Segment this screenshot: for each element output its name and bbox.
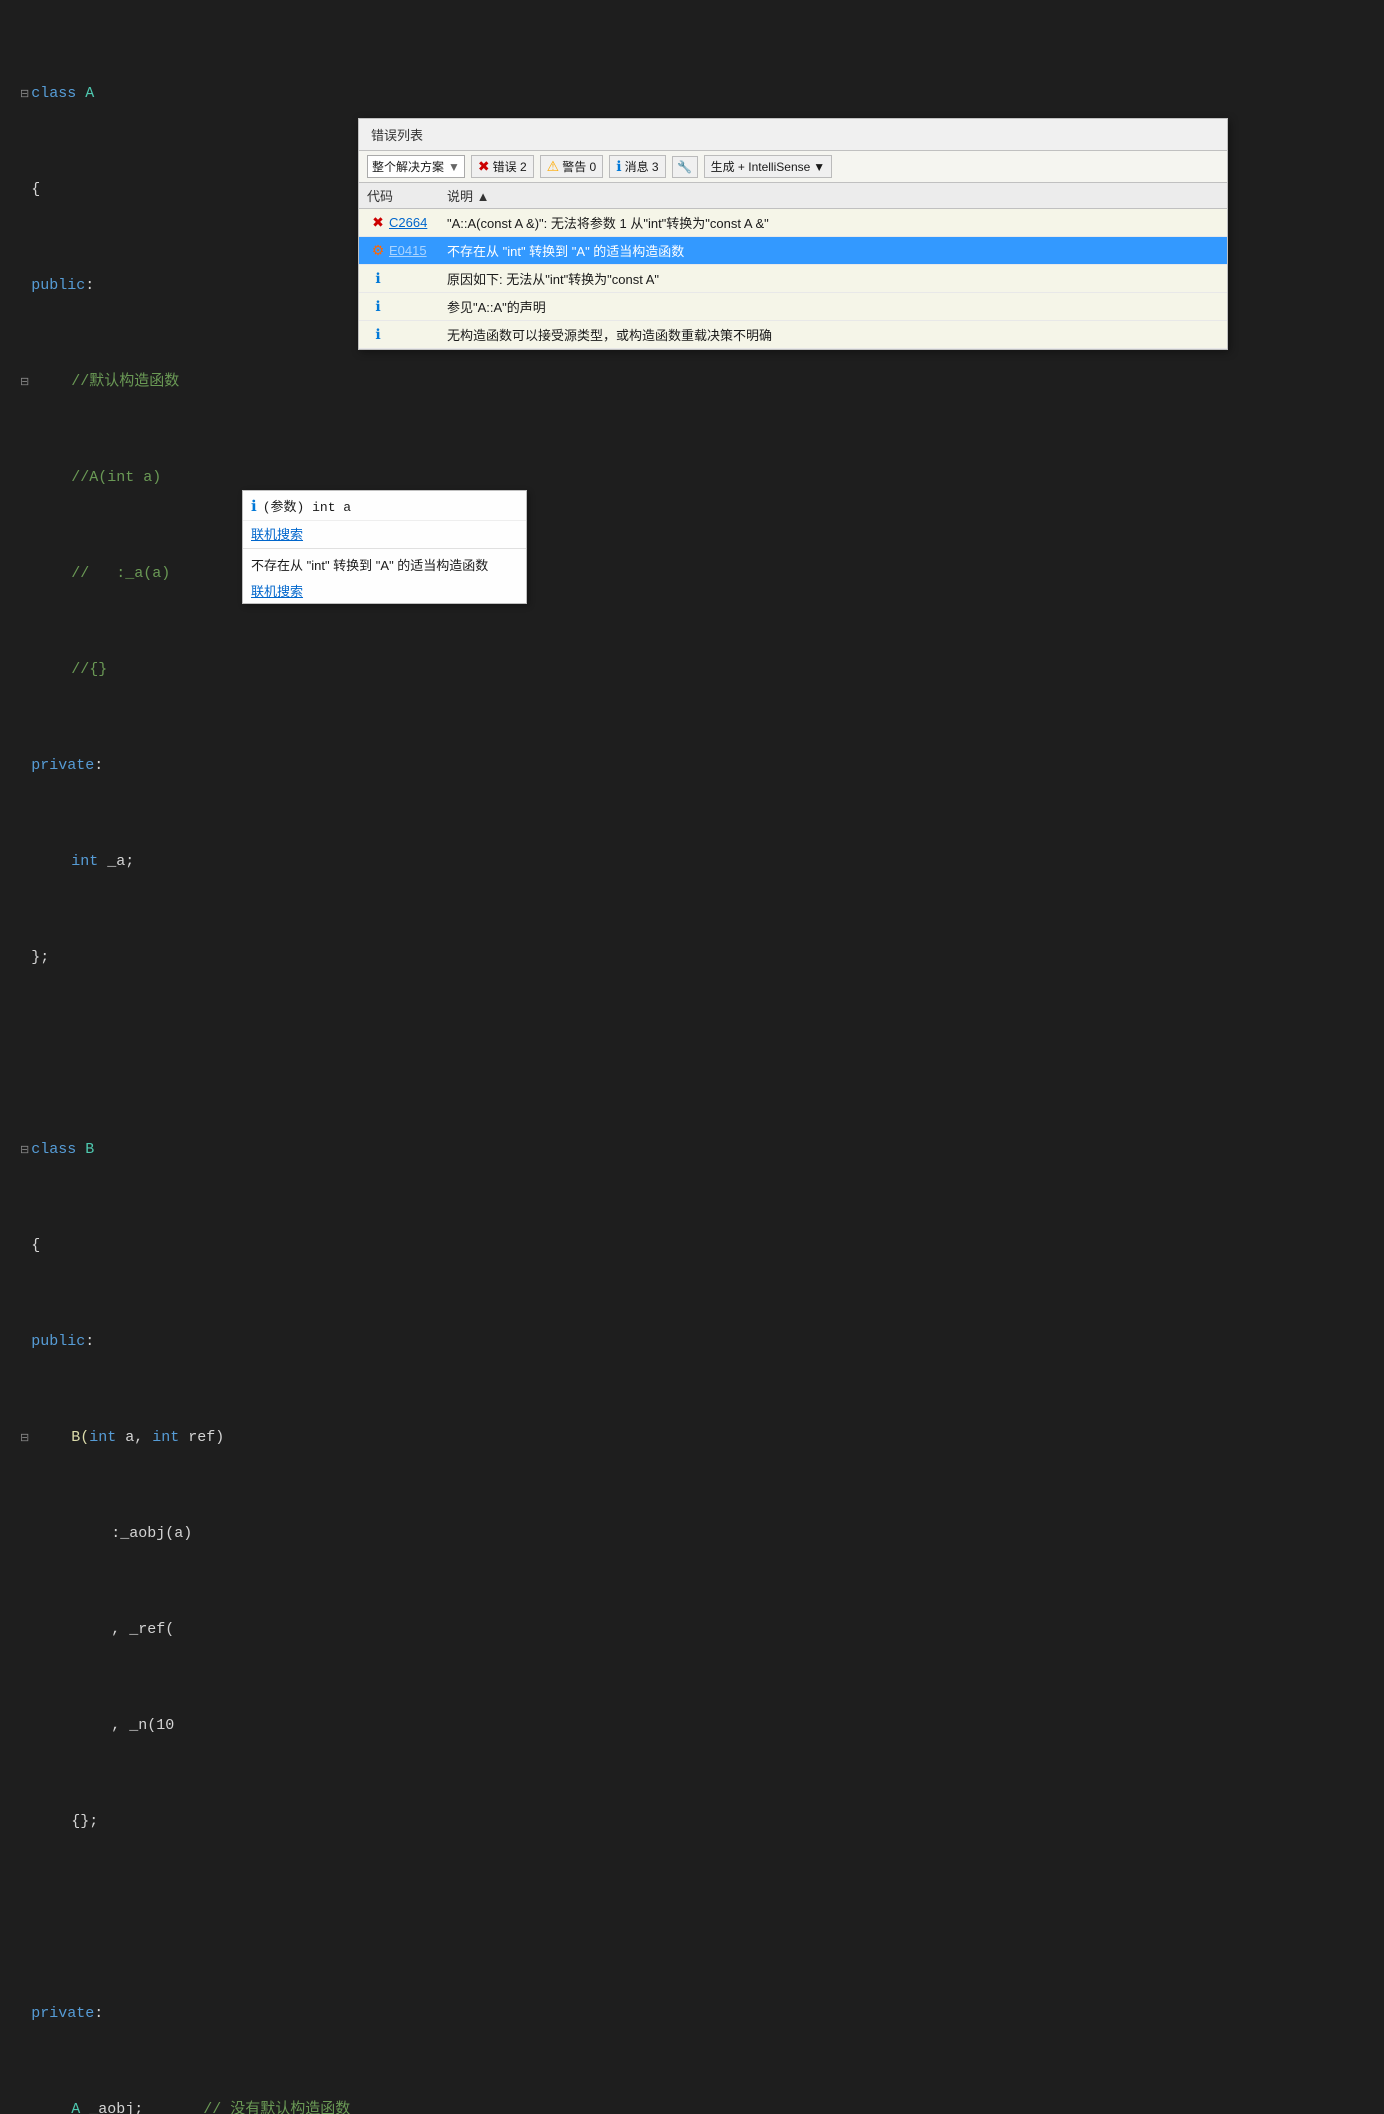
tooltip-info-icon: ℹ [251,497,257,515]
error-count-button[interactable]: ✖ 错误 2 [471,155,534,178]
error-table-header: 代码 说明 ▲ [359,183,1227,209]
keyword: int [152,1426,179,1450]
fold-indicator[interactable]: ⊟ [20,375,29,393]
error-row-intellisense-icon: ⚙ [367,242,389,259]
dropdown-arrow-icon: ▼ [448,160,460,174]
scope-select[interactable]: 整个解决方案 ▼ [367,155,465,178]
keyword: public [31,274,85,298]
code-line: ⊟ public: [0,1330,1384,1354]
code-text: { [31,178,40,202]
error-row-error-icon: ✖ [367,214,389,231]
error-row-code[interactable]: C2664 [389,215,447,230]
keyword: class [31,82,85,106]
warning-count-button[interactable]: ⚠ 警告 0 [540,155,604,178]
tooltip-param-text: (参数) int a [263,496,351,515]
sort-icon: ▲ [477,189,490,204]
tooltip-link-1[interactable]: 联机搜索 [243,521,526,546]
error-panel-toolbar: 整个解决方案 ▼ ✖ 错误 2 ⚠ 警告 0 ℹ 消息 3 🔧 生成 + Int… [359,151,1227,183]
intellisense-select[interactable]: 生成 + IntelliSense ▼ [704,155,833,178]
error-row-desc: 原因如下: 无法从"int"转换为"const A" [447,269,1219,288]
error-row-c2664[interactable]: ✖ C2664 "A::A(const A &)": 无法将参数 1 从"int… [359,209,1227,237]
fold-indicator[interactable]: ⊟ [20,1431,29,1449]
code-line: ⊟ B(int a, int ref) [0,1426,1384,1450]
code-line: ⊟ class A [0,82,1384,106]
code-text: , _ref( [111,1618,174,1642]
comment: //A(int a) [71,466,161,490]
error-row-info2[interactable]: ℹ 参见"A::A"的声明 [359,293,1227,321]
error-row-desc: 无构造函数可以接受源类型，或构造函数重载决策不明确 [447,325,1219,344]
keyword: public [31,1330,85,1354]
info-icon: ℹ [616,158,621,175]
code-line: ⊟ //默认构造函数 [0,370,1384,394]
error-panel: 错误列表 整个解决方案 ▼ ✖ 错误 2 ⚠ 警告 0 ℹ 消息 3 🔧 生成 … [358,118,1228,350]
code-line: ⊟ //{} [0,658,1384,682]
code-line: ⊟ private: [0,754,1384,778]
error-row-info1[interactable]: ℹ 原因如下: 无法从"int"转换为"const A" [359,265,1227,293]
message-count-button[interactable]: ℹ 消息 3 [609,155,665,178]
filter-button[interactable]: 🔧 [672,156,698,178]
error-icon: ✖ [478,158,490,175]
code-line: ⊟ [0,1906,1384,1930]
code-text: {}; [71,1810,98,1834]
keyword: private [31,2002,94,2026]
col-desc-header: 说明 ▲ [447,186,1219,205]
fold-indicator[interactable]: ⊟ [20,1143,29,1161]
class-name: B [85,1138,94,1162]
comment: // 没有默认构造函数 [203,2098,350,2114]
error-panel-title: 错误列表 [359,119,1227,151]
intellisense-arrow-icon: ▼ [813,160,825,174]
filter-icon: 🔧 [677,160,692,174]
tooltip-header: ℹ (参数) int a [243,491,526,521]
code-line: ⊟ :_aobj(a) [0,1522,1384,1546]
comment: //默认构造函数 [71,370,179,394]
class-name: A [85,82,94,106]
code-line: ⊟ {}; [0,1810,1384,1834]
warning-icon: ⚠ [547,158,560,175]
error-row-desc: 参见"A::A"的声明 [447,297,1219,316]
code-text: }; [31,946,49,970]
error-row-e0415[interactable]: ⚙ E0415 不存在从 "int" 转换到 "A" 的适当构造函数 [359,237,1227,265]
keyword: int [71,850,98,874]
error-row-desc: 不存在从 "int" 转换到 "A" 的适当构造函数 [447,241,1219,260]
code-line: ⊟ [0,1042,1384,1066]
error-row-code[interactable]: E0415 [389,243,447,258]
tooltip-divider [243,548,526,549]
tooltip-link-2[interactable]: 联机搜索 [243,578,526,603]
code-line: ⊟ class B [0,1138,1384,1162]
keyword: int [89,1426,116,1450]
error-row-info-icon: ℹ [367,326,389,343]
comment: //{} [71,658,107,682]
code-text: :_aobj(a) [111,1522,192,1546]
code-line: ⊟ // :_a(a) [0,562,1384,586]
code-line: ⊟ , _n(10 [0,1714,1384,1738]
code-line: ⊟ { [0,1234,1384,1258]
code-line: ⊟ }; [0,946,1384,970]
fold-indicator[interactable]: ⊟ [20,87,29,105]
class-name: A [71,2098,80,2114]
code-line: ⊟ private: [0,2002,1384,2026]
tooltip-error-text: 不存在从 "int" 转换到 "A" 的适当构造函数 [243,551,526,578]
code-line: ⊟ //A(int a) [0,466,1384,490]
tooltip-popup: ℹ (参数) int a 联机搜索 不存在从 "int" 转换到 "A" 的适当… [242,490,527,604]
code-text: , _n(10 [111,1714,174,1738]
code-line: ⊟ A _aobj; // 没有默认构造函数 [0,2098,1384,2114]
code-text: B( [71,1426,89,1450]
keyword: class [31,1138,85,1162]
code-line: ⊟ , _ref( [0,1618,1384,1642]
error-row-info-icon: ℹ [367,298,389,315]
code-text: { [31,1234,40,1258]
comment: // :_a(a) [71,562,170,586]
error-row-desc: "A::A(const A &)": 无法将参数 1 从"int"转换为"con… [447,213,1219,232]
error-row-info3[interactable]: ℹ 无构造函数可以接受源类型，或构造函数重载决策不明确 [359,321,1227,349]
error-row-info-icon: ℹ [367,270,389,287]
keyword: private [31,754,94,778]
code-line: ⊟ int _a; [0,850,1384,874]
